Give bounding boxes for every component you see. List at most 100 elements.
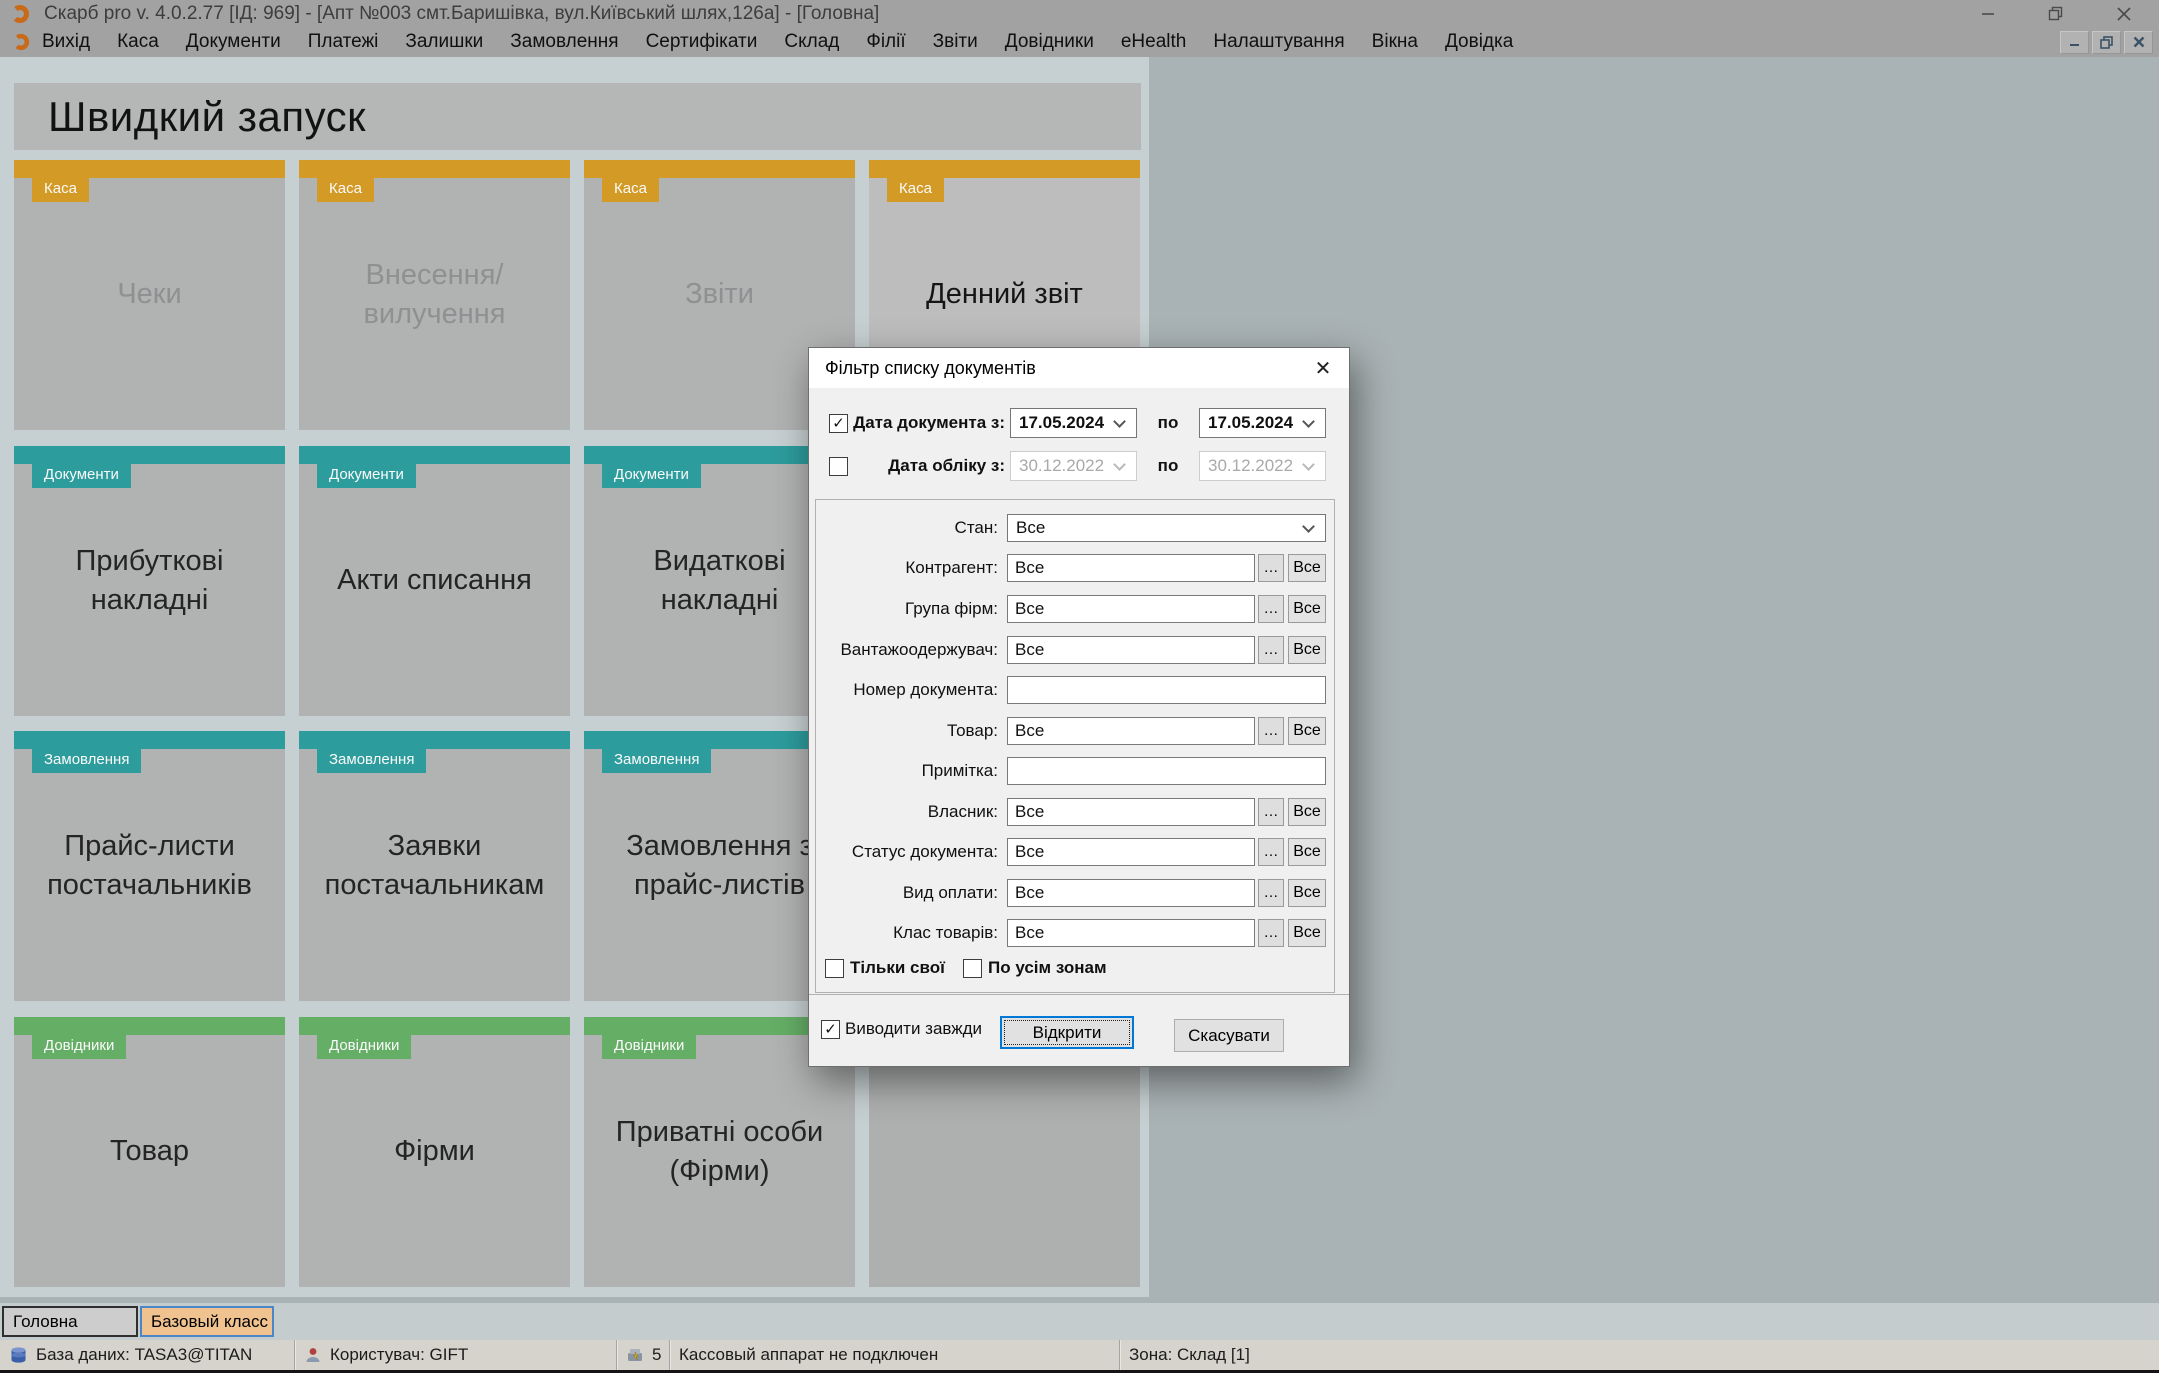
- quick-launch-header: Швидкий запуск: [14, 83, 1141, 150]
- app-logo-icon: [10, 4, 30, 24]
- klas-tovariv-input[interactable]: [1007, 919, 1255, 947]
- stan-label: Стан:: [819, 518, 1007, 538]
- date-document-checkbox[interactable]: ✓: [829, 414, 848, 433]
- vantazhooderzhuvach-label: Вантажоодержувач:: [819, 640, 1007, 660]
- tile-firmy[interactable]: Довідники Фірми: [299, 1017, 570, 1287]
- status-dokumenta-label: Статус документа:: [819, 842, 1007, 862]
- status-count-cell: 5: [617, 1340, 670, 1370]
- tile-tovar[interactable]: Довідники Товар: [14, 1017, 285, 1287]
- tile-label: Фірми: [299, 1017, 570, 1287]
- status-dokumenta-browse-button[interactable]: …: [1258, 838, 1284, 866]
- dialog-close-icon[interactable]: ✕: [1309, 354, 1337, 382]
- vantazhooderzhuvach-all-button[interactable]: Все: [1288, 636, 1326, 664]
- date-accounting-from-combo[interactable]: 30.12.2022: [1010, 451, 1137, 481]
- mdi-close-icon[interactable]: [2124, 31, 2153, 54]
- only-own-checkbox[interactable]: [825, 959, 844, 978]
- tovar-browse-button[interactable]: …: [1258, 717, 1284, 745]
- close-icon[interactable]: [2116, 6, 2132, 22]
- nomer-dokumenta-input[interactable]: [1007, 676, 1326, 704]
- menu-item-kasa[interactable]: Каса: [117, 31, 159, 53]
- tab-bazovyi-klass[interactable]: Базовый класс: [140, 1306, 274, 1337]
- menu-item-vikna[interactable]: Вікна: [1372, 31, 1418, 53]
- chevron-down-icon: [1302, 458, 1315, 471]
- date-accounting-label: Дата обліку з:: [853, 456, 1005, 476]
- status-zone-cell: Зона: Склад [1]: [1120, 1340, 2159, 1370]
- chevron-down-icon: [1113, 415, 1126, 428]
- bottom-tab-strip: Головна Базовый класс: [0, 1303, 2159, 1340]
- kontragent-all-button[interactable]: Все: [1288, 554, 1326, 582]
- vantazhooderzhuvach-input[interactable]: [1007, 636, 1255, 664]
- tab-holovna[interactable]: Головна: [2, 1306, 138, 1337]
- date-document-to-combo[interactable]: 17.05.2024: [1199, 408, 1326, 438]
- tile-prybutkovi-nakladni[interactable]: Документи Прибуткові накладні: [14, 446, 285, 716]
- vlasnyk-input[interactable]: [1007, 798, 1255, 826]
- status-database-cell: База даних: TASA3@TITAN: [0, 1340, 295, 1370]
- tile-prais-lysty-postachalnykiv[interactable]: Замовлення Прайс-листи постачальників: [14, 731, 285, 1001]
- mdi-restore-icon[interactable]: [2092, 31, 2121, 54]
- kontragent-label: Контрагент:: [819, 558, 1007, 578]
- mdi-minimize-icon[interactable]: [2060, 31, 2089, 54]
- po-label: по: [1137, 456, 1199, 476]
- cancel-button[interactable]: Скасувати: [1174, 1019, 1284, 1052]
- dialog-title-bar[interactable]: Фільтр списку документів ✕: [809, 348, 1349, 388]
- tile-zaiavky-postachalnykam[interactable]: Замовлення Заявки постачальникам: [299, 731, 570, 1001]
- klas-tovariv-all-button[interactable]: Все: [1288, 919, 1326, 947]
- menu-item-sertyfikaty[interactable]: Сертифікати: [646, 31, 758, 53]
- menu-item-sklad[interactable]: Склад: [784, 31, 839, 53]
- vlasnyk-browse-button[interactable]: …: [1258, 798, 1284, 826]
- vantazhooderzhuvach-browse-button[interactable]: …: [1258, 636, 1284, 664]
- user-icon: [304, 1346, 322, 1364]
- minimize-icon[interactable]: [1980, 6, 1996, 22]
- tile-label: Чеки: [14, 160, 285, 430]
- menu-item-dovidnyky[interactable]: Довідники: [1005, 31, 1094, 53]
- grupa-firm-browse-button[interactable]: …: [1258, 595, 1284, 623]
- menu-item-dovidka[interactable]: Довідка: [1445, 31, 1513, 53]
- menu-item-dokumenty[interactable]: Документи: [186, 31, 281, 53]
- menu-items: Вихід Каса Документи Платежі Залишки Зам…: [42, 31, 1513, 53]
- tile-cheky[interactable]: Каса Чеки: [14, 160, 285, 430]
- all-zones-checkbox[interactable]: [963, 959, 982, 978]
- vyd-oplaty-all-button[interactable]: Все: [1288, 879, 1326, 907]
- tovar-input[interactable]: [1007, 717, 1255, 745]
- vlasnyk-all-button[interactable]: Все: [1288, 798, 1326, 826]
- vyd-oplaty-browse-button[interactable]: …: [1258, 879, 1284, 907]
- chevron-down-icon: [1302, 415, 1315, 428]
- date-accounting-checkbox[interactable]: [829, 457, 848, 476]
- klas-tovariv-browse-button[interactable]: …: [1258, 919, 1284, 947]
- nomer-dokumenta-label: Номер документа:: [819, 680, 1007, 700]
- menu-item-zalyshky[interactable]: Залишки: [405, 31, 483, 53]
- menu-item-zvity[interactable]: Звіти: [933, 31, 978, 53]
- prymitka-input[interactable]: [1007, 757, 1326, 785]
- grupa-firm-all-button[interactable]: Все: [1288, 595, 1326, 623]
- menu-item-filii[interactable]: Філії: [866, 31, 905, 53]
- menu-item-zamovlennya[interactable]: Замовлення: [510, 31, 618, 53]
- kontragent-browse-button[interactable]: …: [1258, 554, 1284, 582]
- window-title: Скарб pro v. 4.0.2.77 [ІД: 969] - [Апт №…: [44, 3, 879, 25]
- date-accounting-to-combo[interactable]: 30.12.2022: [1199, 451, 1326, 481]
- grupa-firm-input[interactable]: [1007, 595, 1255, 623]
- kontragent-input[interactable]: [1007, 554, 1255, 582]
- cash-machine-icon: [626, 1346, 644, 1364]
- status-dokumenta-input[interactable]: [1007, 838, 1255, 866]
- po-label: по: [1137, 413, 1199, 433]
- tovar-all-button[interactable]: Все: [1288, 717, 1326, 745]
- tile-akty-spysannya[interactable]: Документи Акти списання: [299, 446, 570, 716]
- menu-item-ehealth[interactable]: eHealth: [1121, 31, 1187, 53]
- status-dokumenta-all-button[interactable]: Все: [1288, 838, 1326, 866]
- open-button[interactable]: Відкрити: [1000, 1016, 1134, 1049]
- dialog-button-strip: ✓ Виводити завжди Відкрити Скасувати: [809, 994, 1349, 1067]
- dialog-title: Фільтр списку документів: [825, 358, 1036, 379]
- menu-bar: Вихід Каса Документи Платежі Залишки Зам…: [0, 27, 2159, 57]
- tile-label: Товар: [14, 1017, 285, 1287]
- always-show-checkbox[interactable]: ✓: [821, 1020, 840, 1039]
- title-bar: Скарб pro v. 4.0.2.77 [ІД: 969] - [Апт №…: [0, 0, 2159, 27]
- stan-combo[interactable]: Все: [1007, 514, 1326, 542]
- vyd-oplaty-input[interactable]: [1007, 879, 1255, 907]
- tile-vnesennya-vyluchennya[interactable]: Каса Внесення/вилучення: [299, 160, 570, 430]
- menu-item-platezhi[interactable]: Платежі: [308, 31, 379, 53]
- menu-item-nalashtuvannya[interactable]: Налаштування: [1213, 31, 1344, 53]
- tile-label: Прибуткові накладні: [14, 446, 285, 716]
- restore-icon[interactable]: [2048, 6, 2064, 22]
- date-document-from-combo[interactable]: 17.05.2024: [1010, 408, 1137, 438]
- menu-item-vyhid[interactable]: Вихід: [42, 31, 90, 53]
